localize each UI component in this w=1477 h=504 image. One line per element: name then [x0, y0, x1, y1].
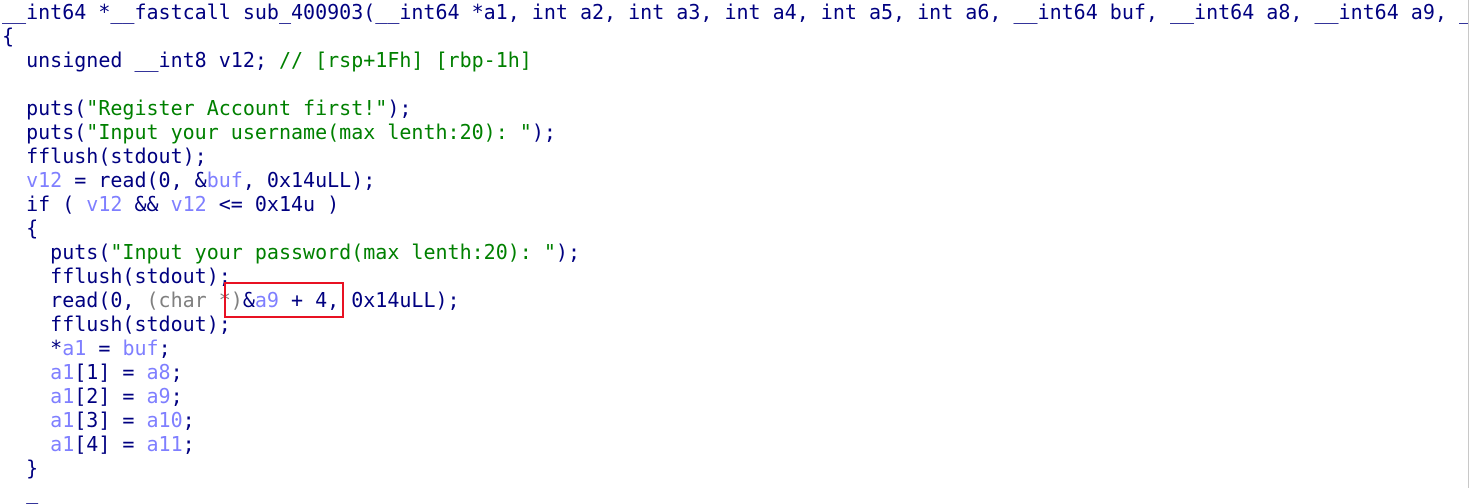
code-line[interactable]: {: [2, 24, 1477, 48]
code-token: = read(0, &: [62, 168, 207, 192]
variable-token[interactable]: a11: [147, 432, 183, 456]
code-token: read(0,: [2, 288, 147, 312]
code-token: fflush(stdout);: [2, 264, 231, 288]
code-line[interactable]: fflush(stdout);: [2, 312, 1477, 336]
variable-token[interactable]: v12: [171, 192, 207, 216]
string-literal: "Register Account first!": [86, 96, 388, 120]
code-token: [2] =: [74, 384, 147, 408]
code-line[interactable]: a1[3] = a10;: [2, 408, 1477, 432]
code-line[interactable]: unsigned __int8 v12; // [rsp+1Fh] [rbp-1…: [2, 48, 1477, 72]
code-token: );: [555, 240, 580, 264]
code-token: ;: [170, 360, 183, 384]
string-literal: "Input your username(max lenth:20): ": [86, 120, 532, 144]
code-line[interactable]: if ( v12 && v12 <= 0x14u ): [2, 192, 1477, 216]
code-line[interactable]: *a1 = buf;: [2, 336, 1477, 360]
comment-token: // [rsp+1Fh] [rbp-1h]: [278, 48, 532, 72]
code-token: <= 0x14u ): [206, 192, 340, 216]
code-token: [4] =: [74, 432, 147, 456]
variable-token[interactable]: buf: [207, 168, 243, 192]
code-line[interactable]: }: [2, 456, 1477, 480]
variable-token[interactable]: a1: [50, 408, 74, 432]
code-token: &&: [122, 192, 171, 216]
code-token: );: [387, 96, 412, 120]
code-token: , 0x14uLL);: [242, 168, 376, 192]
code-line[interactable]: {: [2, 216, 1477, 240]
code-token: *: [2, 336, 63, 360]
code-line[interactable]: puts("Input your password(max lenth:20):…: [2, 240, 1477, 264]
code-token: ;: [158, 336, 171, 360]
code-line[interactable]: a1[2] = a9;: [2, 384, 1477, 408]
code-token: );: [531, 120, 556, 144]
code-token: ;: [182, 408, 195, 432]
code-line[interactable]: __int64 *__fastcall sub_400903(__int64 *…: [2, 0, 1477, 24]
variable-token[interactable]: a1: [50, 360, 74, 384]
code-token: if (: [2, 192, 87, 216]
variable-token[interactable]: v12: [86, 192, 122, 216]
code-token: fflush(stdout);: [2, 312, 231, 336]
code-token: {: [2, 24, 15, 48]
variable-token[interactable]: a1: [62, 336, 86, 360]
code-token: [3] =: [74, 408, 147, 432]
variable-token[interactable]: a8: [147, 360, 171, 384]
code-token: }: [2, 456, 39, 480]
code-line[interactable]: read(0, (char *)&a9 + 4, 0x14uLL);: [2, 288, 1477, 312]
type-cast-token: (char *): [146, 288, 243, 312]
variable-token[interactable]: a9: [147, 384, 171, 408]
variable-token[interactable]: buf: [122, 336, 158, 360]
code-token: {: [2, 216, 39, 240]
variable-token[interactable]: a1: [50, 432, 74, 456]
variable-token[interactable]: a9: [255, 288, 279, 312]
code-token: puts(: [2, 240, 111, 264]
code-token: [1] =: [74, 360, 147, 384]
code-token: ;: [170, 384, 183, 408]
string-literal: "Input your password(max lenth:20): ": [110, 240, 556, 264]
code-token: fflush(stdout);: [2, 144, 207, 168]
scrollbar-edge[interactable]: [1468, 0, 1477, 488]
code-token: puts(: [2, 96, 87, 120]
pseudocode-view[interactable]: __int64 *__fastcall sub_400903(__int64 *…: [2, 0, 1477, 504]
variable-token[interactable]: a10: [147, 408, 183, 432]
code-token: unsigned __int8 v12;: [2, 48, 279, 72]
code-line[interactable]: a1[4] = a11;: [2, 432, 1477, 456]
code-line[interactable]: a1[1] = a8;: [2, 360, 1477, 384]
code-line[interactable]: fflush(stdout);: [2, 144, 1477, 168]
code-line[interactable]: fflush(stdout);: [2, 264, 1477, 288]
code-line[interactable]: _: [2, 480, 1477, 504]
code-token: =: [86, 336, 123, 360]
code-token: _: [2, 480, 39, 504]
code-line[interactable]: puts("Input your username(max lenth:20):…: [2, 120, 1477, 144]
code-token: + 4, 0x14uLL);: [278, 288, 460, 312]
code-token: puts(: [2, 120, 87, 144]
code-line[interactable]: [2, 72, 1477, 96]
variable-token[interactable]: v12: [26, 168, 62, 192]
code-token: ;: [182, 432, 195, 456]
code-line[interactable]: puts("Register Account first!");: [2, 96, 1477, 120]
code-line[interactable]: v12 = read(0, &buf, 0x14uLL);: [2, 168, 1477, 192]
code-token: __int64 *__fastcall sub_400903(__int64 *…: [2, 0, 1472, 24]
variable-token[interactable]: a1: [50, 384, 74, 408]
code-token: &: [242, 288, 255, 312]
